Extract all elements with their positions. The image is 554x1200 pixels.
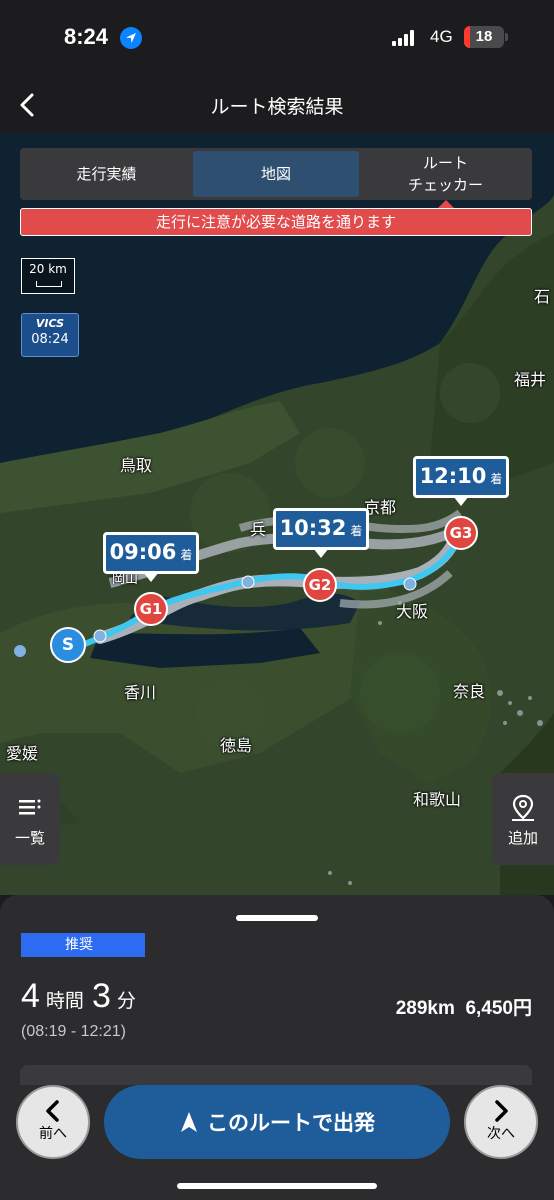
time-range: (08:19 - 12:21) (21, 1023, 126, 1040)
place-label: 福井 (514, 370, 547, 389)
goal-pin-g3[interactable]: G3 (444, 516, 478, 550)
add-label: 追加 (507, 829, 538, 847)
place-label: 鳥取 (120, 456, 153, 475)
arrival-time: 10:32 (279, 516, 347, 540)
arrival-callout-g2[interactable]: 10:32 着 (273, 508, 369, 558)
scale-label: 20 km (29, 262, 67, 276)
network-type: 4G (430, 27, 453, 46)
callout-tail (453, 496, 469, 506)
callout-tail (313, 548, 329, 558)
navigation-bar: ルート検索結果 (0, 75, 554, 133)
vics-logo: VICS (35, 317, 65, 330)
next-route-button[interactable]: 次へ (464, 1085, 538, 1159)
list-button[interactable]: 一覧 (0, 773, 60, 865)
start-pin[interactable]: S (50, 627, 86, 663)
tab-route-checker[interactable]: ルート チェッカー (362, 151, 529, 197)
arrival-callout-g1[interactable]: 09:06 着 (103, 532, 199, 582)
place-label: 香川 (124, 683, 157, 702)
sheet-grabber[interactable] (236, 915, 318, 921)
arrival-time: 12:10 (419, 464, 487, 488)
place-label: 和歌山 (413, 790, 462, 809)
chevron-right-icon (495, 1100, 508, 1122)
tab-map[interactable]: 地図 (193, 151, 359, 197)
place-label: 兵 (250, 520, 267, 539)
arrival-callout-g3[interactable]: 12:10 着 (413, 456, 509, 506)
location-arrow-icon (120, 27, 142, 49)
list-icon (19, 799, 41, 815)
prev-label: 前へ (39, 1126, 67, 1142)
duration-minutes: 3 (91, 977, 111, 1015)
add-waypoint-button[interactable]: 追加 (492, 773, 554, 865)
recommended-badge: 推奨 (21, 933, 145, 957)
place-label: 愛媛 (6, 744, 39, 763)
vics-badge: VICS 08:24 (21, 313, 79, 357)
vics-time: 08:24 (31, 332, 69, 347)
status-bar: 8:24 4G 18 (0, 0, 554, 75)
cellular-signal-icon (392, 30, 418, 46)
view-segmented-control: 走行実績 地図 ルート チェッカー (20, 148, 532, 200)
hours-unit: 時間 (45, 991, 84, 1012)
place-label: 大阪 (396, 602, 429, 621)
home-indicator (177, 1183, 377, 1189)
callout-tail (143, 572, 159, 582)
warning-banner[interactable]: 走行に注意が必要な道路を通ります (20, 208, 532, 236)
arrival-suffix: 着 (490, 472, 503, 486)
place-label: 徳島 (220, 736, 253, 755)
start-route-label: このルートで出発 (207, 1111, 375, 1135)
battery-icon: 18 (464, 26, 504, 48)
arrival-suffix: 着 (180, 548, 193, 562)
list-label: 一覧 (14, 829, 45, 847)
arrival-time: 09:06 (109, 540, 177, 564)
route-details-panel (20, 1065, 532, 1085)
route-duration: 4 時間 3 分 (21, 977, 144, 1016)
scale-bar (36, 281, 62, 287)
goal-pin-g1[interactable]: G1 (134, 592, 168, 626)
battery-cap (505, 33, 508, 41)
minutes-unit: 分 (116, 991, 136, 1012)
map-scale: 20 km (21, 258, 75, 294)
chevron-left-icon (46, 1100, 59, 1122)
place-label: 石 (534, 287, 551, 306)
navigation-arrow-icon (181, 1112, 197, 1132)
next-label: 次へ (487, 1126, 515, 1142)
distance-and-fare: 289km 6,450円 (395, 998, 532, 1019)
warning-pointer (438, 200, 454, 208)
status-time: 8:24 (64, 24, 109, 49)
place-label: 奈良 (453, 682, 486, 701)
map-pin-add-icon (512, 794, 534, 821)
tab-driving-record[interactable]: 走行実績 (23, 151, 190, 197)
start-route-button[interactable]: このルートで出発 (104, 1085, 450, 1159)
previous-route-button[interactable]: 前へ (16, 1085, 90, 1159)
page-title: ルート検索結果 (210, 96, 344, 118)
battery-level: 18 (475, 28, 493, 45)
duration-hours: 4 (21, 977, 40, 1015)
arrival-suffix: 着 (350, 524, 363, 538)
goal-pin-g2[interactable]: G2 (303, 568, 337, 602)
